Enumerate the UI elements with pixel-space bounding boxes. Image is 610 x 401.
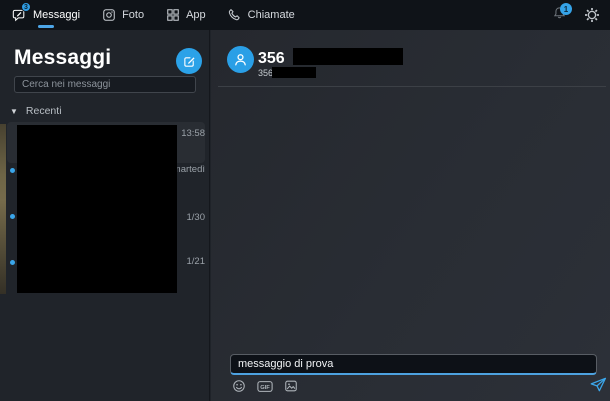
new-message-button[interactable]: [176, 48, 202, 74]
recents-section-header[interactable]: ▼ Recenti: [10, 105, 62, 117]
unread-dot: [10, 214, 15, 219]
contact-avatar[interactable]: [227, 46, 254, 73]
redacted-contact-name: [293, 48, 403, 65]
notifications-button[interactable]: 1: [552, 3, 572, 24]
send-button[interactable]: [590, 377, 607, 392]
photos-icon: [103, 9, 115, 21]
redacted-conversation-names[interactable]: [17, 125, 177, 293]
tab-chiamate-label: Chiamate: [247, 9, 295, 21]
top-bar: 3 Messaggi Foto App Chiamate 1: [0, 0, 610, 30]
contact-number: 356: [258, 68, 274, 78]
unread-dot: [10, 168, 15, 173]
emoji-button[interactable]: [232, 379, 246, 393]
tab-strip: 3 Messaggi Foto App Chiamate: [0, 0, 295, 30]
gif-icon: GIF: [257, 380, 273, 392]
person-icon: [235, 54, 246, 66]
apps-grid-icon: [167, 9, 179, 21]
compose-pencil-icon: [183, 56, 195, 67]
sidebar-title: Messaggi: [14, 46, 112, 69]
top-bar-actions: 1: [552, 0, 600, 30]
unread-dot: [10, 260, 15, 265]
redacted-contact-number: [272, 67, 316, 78]
image-icon: [285, 380, 297, 392]
attach-image-button[interactable]: [284, 379, 298, 393]
chevron-down-icon: ▼: [10, 106, 18, 116]
send-paper-plane-icon: [590, 377, 607, 392]
gif-button[interactable]: GIF: [257, 380, 273, 393]
svg-text:GIF: GIF: [260, 385, 270, 391]
composer-toolbar: GIF: [232, 379, 298, 393]
tab-messaggi-label: Messaggi: [33, 9, 81, 21]
contact-name: 356: [258, 50, 285, 67]
phone-link-window: 3 Messaggi Foto App Chiamate 1 Messaggi …: [0, 0, 610, 401]
tab-foto[interactable]: Foto: [102, 0, 144, 30]
conversations-sidebar: Messaggi ▼ Recenti 13:58 martedì 1/30 1/…: [0, 30, 210, 401]
recents-label: Recenti: [25, 105, 62, 117]
tab-app[interactable]: App: [166, 0, 206, 30]
messages-badge: 3: [21, 2, 31, 12]
emoji-smiley-icon: [233, 380, 245, 392]
chat-header: 356 356: [211, 30, 610, 87]
search-input[interactable]: [14, 76, 196, 93]
phone-icon: [228, 9, 240, 21]
tab-messaggi[interactable]: 3 Messaggi: [12, 0, 80, 30]
tab-chiamate[interactable]: Chiamate: [228, 0, 295, 30]
conversation-list: 13:58 martedì 1/30 1/21: [0, 118, 210, 401]
active-tab-indicator: [38, 25, 55, 28]
notification-count-badge: 1: [560, 3, 572, 15]
message-input[interactable]: [230, 354, 597, 375]
chat-panel: 356 356 GIF: [211, 30, 610, 401]
tab-foto-label: Foto: [122, 9, 145, 21]
avatar-edge-sliver: [0, 124, 6, 294]
header-divider: [218, 86, 606, 87]
tab-app-label: App: [186, 9, 206, 21]
settings-gear-icon[interactable]: [584, 7, 600, 23]
